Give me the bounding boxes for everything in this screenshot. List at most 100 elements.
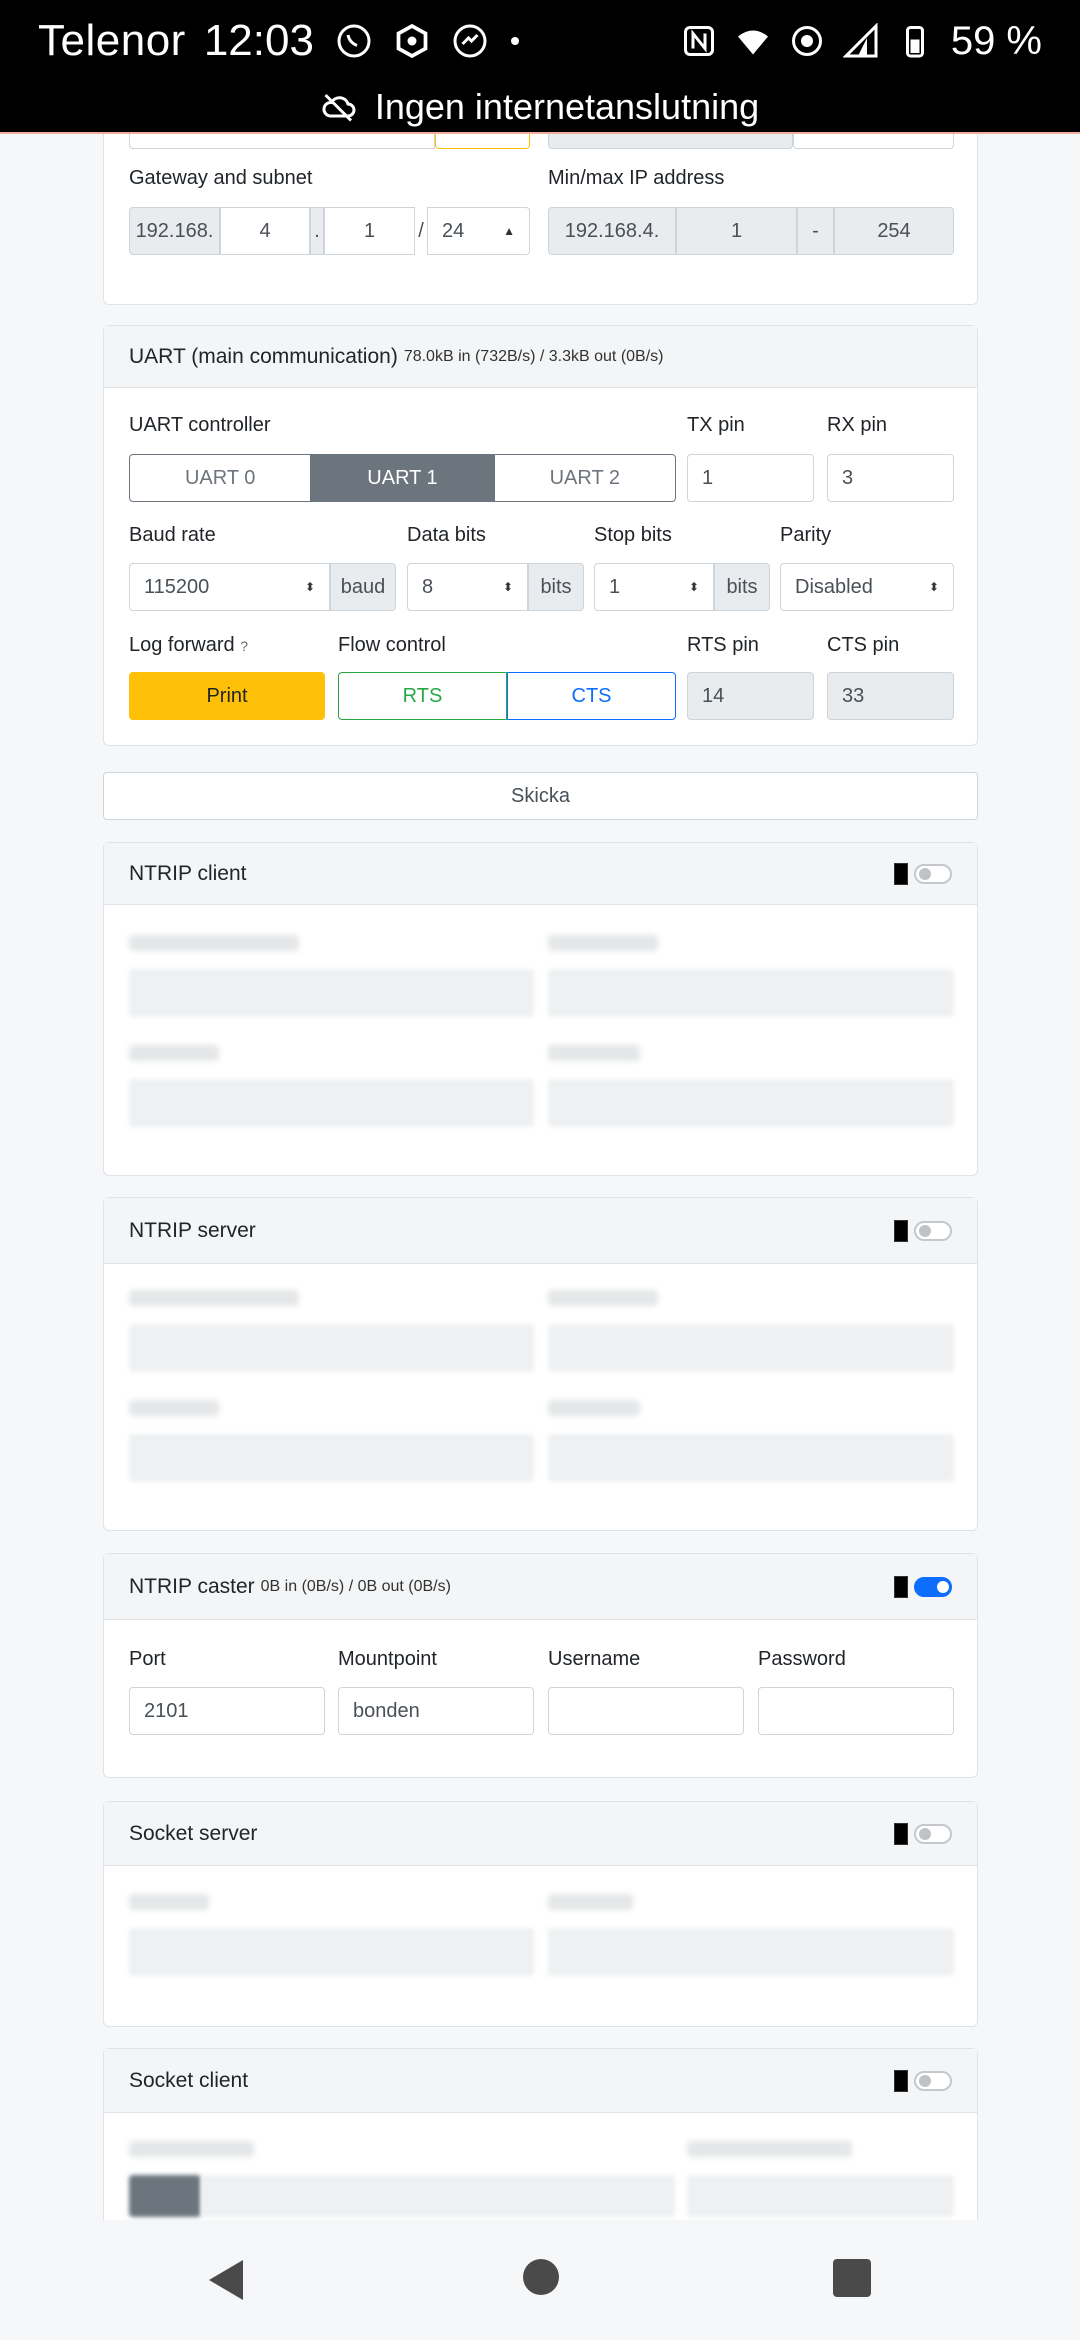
baud-label: Baud rate	[129, 524, 216, 546]
uart-stats: 78.0kB in (732B/s) / 3.3kB out (0B/s)	[403, 347, 664, 365]
subnet-slash: /	[415, 207, 427, 255]
top-field-right-ro	[548, 134, 793, 149]
socket-client-title: Socket client	[129, 2068, 249, 2092]
ntrip-client-card: NTRIP client	[103, 842, 978, 1176]
ntrip-server-card: NTRIP server	[103, 1197, 978, 1531]
ntrip-client-header: NTRIP client	[104, 843, 977, 905]
port-input[interactable]: 2101	[129, 1687, 325, 1735]
ntrip-caster-stats: 0B in (0B/s) / 0B out (0B/s)	[260, 1577, 451, 1595]
rts-pin-label: RTS pin	[687, 634, 759, 656]
gateway-prefix: 192.168.	[129, 207, 220, 255]
logforward-text: Log forward	[129, 634, 235, 656]
home-icon[interactable]	[522, 2258, 560, 2296]
ip-max-input: 254	[834, 207, 954, 255]
gateway-dot: .	[310, 207, 324, 255]
socket-server-header: Socket server	[104, 1802, 977, 1866]
battery-percent: 59 %	[950, 18, 1042, 63]
blurred-field	[129, 1079, 534, 1127]
baud-value: 115200	[144, 575, 210, 598]
blurred-label	[129, 1290, 299, 1306]
baud-unit: baud	[330, 563, 396, 611]
subnet-value: 24	[442, 219, 465, 242]
ntrip-server-title: NTRIP server	[129, 1218, 256, 1242]
ntrip-caster-header: NTRIP caster 0B in (0B/s) / 0B out (0B/s…	[104, 1554, 977, 1620]
blurred-button	[129, 2175, 201, 2217]
uart1-button[interactable]: UART 1	[311, 454, 494, 502]
databits-value: 8	[422, 575, 434, 598]
uart-title: UART (main communication)	[129, 344, 398, 368]
nfc-icon	[683, 26, 714, 56]
back-icon[interactable]	[205, 2258, 247, 2302]
username-input[interactable]	[548, 1687, 744, 1735]
ip-min-input: 1	[676, 207, 797, 255]
cts-pin-input: 33	[827, 672, 954, 720]
network-notice-text: Ingen internetanslutning	[374, 86, 760, 127]
battery-icon	[905, 26, 924, 58]
switch-icon	[914, 1220, 952, 1241]
chevron-updown-icon: ⬍	[928, 580, 939, 594]
help-icon[interactable]: ?	[240, 638, 248, 654]
parity-select[interactable]: Disabled ⬍	[780, 563, 954, 611]
ntrip-client-title: NTRIP client	[129, 861, 247, 885]
gateway-octet4-input[interactable]: 1	[324, 207, 415, 255]
switch-icon	[914, 863, 952, 884]
socket-server-toggle[interactable]	[894, 1822, 952, 1845]
blurred-field	[548, 1079, 954, 1127]
rts-pin-input: 14	[687, 672, 814, 720]
subnet-select[interactable]: 24 ▲	[427, 207, 530, 255]
tx-pin-input[interactable]: 1	[687, 454, 814, 502]
wifi-call-icon	[737, 30, 768, 55]
blurred-field	[548, 1434, 954, 1482]
dot-icon	[510, 37, 519, 45]
print-button[interactable]: Print	[129, 672, 325, 720]
blurred-field	[129, 969, 534, 1017]
cts-button[interactable]: CTS	[507, 672, 676, 720]
blurred-label	[129, 935, 299, 951]
tx-pin-label: TX pin	[687, 414, 745, 436]
uart0-button[interactable]: UART 0	[129, 454, 312, 502]
chevron-updown-icon: ▲	[503, 224, 515, 238]
password-input[interactable]	[758, 1687, 954, 1735]
stopbits-select[interactable]: 1 ⬍	[594, 563, 714, 611]
username-label: Username	[548, 1648, 641, 1670]
blurred-label	[129, 1400, 219, 1416]
rx-pin-input[interactable]: 3	[827, 454, 954, 502]
chevron-updown-icon: ⬍	[304, 580, 315, 594]
ip-dash: -	[797, 207, 834, 255]
databits-select[interactable]: 8 ⬍	[407, 563, 528, 611]
top-field-left[interactable]	[129, 134, 435, 149]
blurred-label	[548, 935, 658, 951]
messenger-icon	[453, 24, 487, 58]
socket-client-toggle[interactable]	[894, 2069, 952, 2092]
marker-icon	[894, 1219, 908, 1242]
marker-icon	[894, 1822, 908, 1845]
whatsapp-icon	[337, 24, 371, 58]
baud-select[interactable]: 115200 ⬍	[129, 563, 330, 611]
gateway-octet3-input[interactable]: 4	[220, 207, 310, 255]
system-nav-bar	[0, 2220, 1080, 2340]
blurred-field	[548, 1324, 954, 1372]
top-field-addon[interactable]	[435, 134, 530, 149]
ntrip-caster-toggle[interactable]	[894, 1575, 952, 1598]
gateway-label: Gateway and subnet	[129, 167, 313, 189]
socket-server-title: Socket server	[129, 1821, 258, 1845]
marker-icon	[894, 1575, 908, 1598]
ntrip-server-toggle[interactable]	[894, 1219, 952, 1242]
uart2-button[interactable]: UART 2	[493, 454, 676, 502]
top-field-right[interactable]	[793, 134, 954, 149]
flow-control-label: Flow control	[338, 634, 446, 656]
rx-pin-label: RX pin	[827, 414, 888, 436]
uart-controller-group: UART 0 UART 1 UART 2	[129, 454, 676, 502]
stopbits-unit: bits	[714, 563, 770, 611]
recents-icon[interactable]	[832, 2258, 872, 2298]
mountpoint-input[interactable]: bonden	[338, 1687, 534, 1735]
blurred-field	[129, 1928, 534, 1976]
submit-button[interactable]: Skicka	[103, 772, 978, 820]
ntrip-client-toggle[interactable]	[894, 862, 952, 885]
chevron-updown-icon: ⬍	[688, 580, 699, 594]
blurred-label	[548, 1894, 633, 1910]
page-content[interactable]: Gateway and subnet 192.168. 4 . 1 / 24 ▲ …	[0, 134, 1080, 2220]
rts-button[interactable]: RTS	[338, 672, 507, 720]
port-label: Port	[129, 1648, 166, 1670]
marker-icon	[894, 2069, 908, 2092]
